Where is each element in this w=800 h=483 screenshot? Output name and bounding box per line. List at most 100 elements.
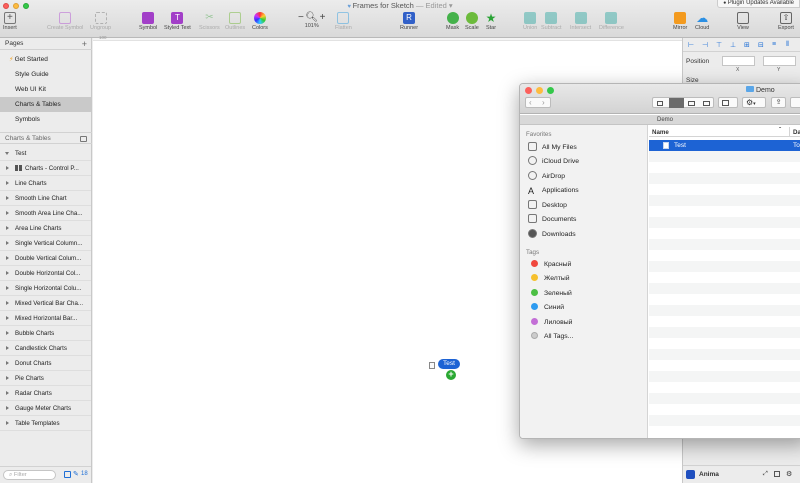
layer-bubble-charts[interactable]: Bubble Charts xyxy=(0,326,91,341)
page-item-web-ui-kit[interactable]: Web UI Kit xyxy=(0,82,91,97)
sidebar-item-all-tags[interactable]: All Tags... xyxy=(528,330,573,344)
gallery-view-icon[interactable] xyxy=(703,101,710,106)
sidebar-item-airdrop[interactable]: AirDrop xyxy=(528,170,565,184)
disclosure-icon[interactable] xyxy=(6,301,9,305)
sidebar-item-downloads[interactable]: Downloads xyxy=(528,228,576,242)
align-center-icon[interactable]: ⊣ xyxy=(702,41,708,49)
disclosure-icon[interactable] xyxy=(6,196,9,200)
disclosure-icon[interactable] xyxy=(6,241,9,245)
frame-icon[interactable] xyxy=(774,471,780,477)
align-middle-icon[interactable]: ⊞ xyxy=(744,41,750,49)
export-button[interactable]: ⇧ Export xyxy=(778,12,794,31)
sidebar-item-applications[interactable]: A Applications xyxy=(528,184,579,198)
action-menu-button[interactable]: ⚙▾ xyxy=(742,97,766,108)
align-right-icon[interactable]: ⊤ xyxy=(716,41,722,49)
layer-smooth-area-line-chart[interactable]: Smooth Area Line Cha... xyxy=(0,206,91,221)
disclosure-icon[interactable] xyxy=(6,226,9,230)
subtract-button[interactable]: Subtract xyxy=(541,12,561,31)
file-row-test[interactable]: Test To xyxy=(649,140,800,151)
sidebar-tag-blue[interactable]: Синий xyxy=(528,301,564,315)
disclosure-icon[interactable] xyxy=(6,391,9,395)
column-view-icon[interactable] xyxy=(688,101,695,106)
disclosure-icon[interactable] xyxy=(6,211,9,215)
distribute-vertical-icon[interactable]: ⦀ xyxy=(786,41,789,49)
colors-button[interactable]: Colors xyxy=(252,12,268,31)
sidebar-item-all-my-files[interactable]: All My Files xyxy=(528,141,577,155)
layer-line-charts[interactable]: Line Charts xyxy=(0,176,91,191)
layers-count-icon[interactable] xyxy=(64,471,71,478)
sidebar-item-desktop[interactable]: Desktop xyxy=(528,199,567,213)
edit-icon[interactable]: ✎ xyxy=(73,470,79,478)
page-item-charts-tables[interactable]: Charts & Tables xyxy=(0,97,91,112)
zoom-in-icon[interactable]: + xyxy=(320,12,326,23)
plugin-updates-notice[interactable]: ● Plugin Updates Available xyxy=(717,0,800,8)
finder-minimize-button[interactable] xyxy=(536,87,543,94)
resize-icon[interactable]: ⤢ xyxy=(763,471,768,478)
finder-close-button[interactable] xyxy=(525,87,532,94)
sidebar-item-icloud-drive[interactable]: iCloud Drive xyxy=(528,155,579,169)
layer-donut-charts[interactable]: Donut Charts xyxy=(0,356,91,371)
disclosure-open-icon[interactable] xyxy=(5,152,9,155)
disclosure-icon[interactable] xyxy=(6,181,9,185)
layer-mixed-vertical-bar-chart[interactable]: Mixed Vertical Bar Cha... xyxy=(0,296,91,311)
sidebar-tag-green[interactable]: Зеленый xyxy=(528,287,572,301)
flatten-button[interactable]: Flatten xyxy=(335,12,352,31)
difference-button[interactable]: Difference xyxy=(599,12,624,31)
list-view-icon[interactable] xyxy=(669,98,684,108)
create-symbol-button[interactable]: Create Symbol xyxy=(47,12,83,31)
view-button[interactable]: View xyxy=(737,12,749,31)
add-page-icon[interactable]: + xyxy=(82,38,87,50)
page-item-get-started[interactable]: ⚡Get Started xyxy=(0,52,91,67)
layer-candlestick-charts[interactable]: Candlestick Charts xyxy=(0,341,91,356)
symbol-button[interactable]: Symbol xyxy=(139,12,157,31)
layer-single-vertical-column[interactable]: Single Vertical Column... xyxy=(0,236,91,251)
layer-test[interactable]: Test xyxy=(0,146,91,161)
page-item-symbols[interactable]: Symbols xyxy=(0,112,91,127)
filter-input[interactable]: ⌕ Filter xyxy=(3,470,56,480)
mirror-button[interactable]: Mirror xyxy=(673,12,687,31)
layer-charts-control-panel[interactable]: Charts - Control P... xyxy=(0,161,91,176)
layer-pie-charts[interactable]: Pie Charts xyxy=(0,371,91,386)
layer-table-templates[interactable]: Table Templates xyxy=(0,416,91,431)
finder-zoom-button[interactable] xyxy=(547,87,554,94)
page-item-style-guide[interactable]: Style Guide xyxy=(0,67,91,82)
name-column-header[interactable]: Name xyxy=(652,129,669,136)
layer-double-horizontal-column[interactable]: Double Horizontal Col... xyxy=(0,266,91,281)
collapse-layers-icon[interactable] xyxy=(80,136,87,142)
x-position-field[interactable] xyxy=(722,56,755,66)
layer-radar-charts[interactable]: Radar Charts xyxy=(0,386,91,401)
disclosure-icon[interactable] xyxy=(6,421,9,425)
align-bottom-icon[interactable]: ⊟ xyxy=(758,41,764,49)
ungroup-button[interactable]: Ungroup xyxy=(90,12,111,31)
group-by-button[interactable] xyxy=(718,97,738,108)
disclosure-icon[interactable] xyxy=(6,166,9,170)
y-position-field[interactable] xyxy=(763,56,796,66)
icon-view-icon[interactable] xyxy=(657,101,663,106)
disclosure-icon[interactable] xyxy=(6,376,9,380)
sidebar-tag-purple[interactable]: Лиловый xyxy=(528,316,572,330)
disclosure-icon[interactable] xyxy=(6,406,9,410)
zoom-control[interactable]: − 🔍︎ +101% xyxy=(298,12,325,29)
outlines-button[interactable]: Outlines xyxy=(225,12,245,31)
date-column-header[interactable]: Da xyxy=(793,129,800,136)
styled-text-button[interactable]: T Styled Text xyxy=(164,12,191,31)
layer-single-horizontal-column[interactable]: Single Horizontal Colu... xyxy=(0,281,91,296)
sidebar-tag-red[interactable]: Красный xyxy=(528,258,571,272)
sidebar-tag-yellow[interactable]: Желтый xyxy=(528,272,570,286)
star-button[interactable]: ★ Star xyxy=(485,12,497,31)
union-button[interactable]: Union xyxy=(523,12,537,31)
align-left-icon[interactable]: ⊢ xyxy=(688,41,694,49)
forward-chevron-icon[interactable]: › xyxy=(542,98,545,107)
distribute-icon[interactable]: ≡ xyxy=(772,41,776,48)
runner-button[interactable]: R Runner xyxy=(400,12,418,31)
plugin-name[interactable]: Anima xyxy=(699,471,719,478)
share-button[interactable]: ⇪ xyxy=(771,97,786,108)
cloud-button[interactable]: ☁ Cloud xyxy=(695,12,709,31)
align-top-icon[interactable]: ⊥ xyxy=(730,41,736,49)
layer-double-vertical-column[interactable]: Double Vertical Colum... xyxy=(0,251,91,266)
layer-gauge-meter-charts[interactable]: Gauge Meter Charts xyxy=(0,401,91,416)
scale-button[interactable]: Scale xyxy=(465,12,479,31)
disclosure-icon[interactable] xyxy=(6,286,9,290)
mask-button[interactable]: Mask xyxy=(446,12,459,31)
layer-area-line-charts[interactable]: Area Line Charts xyxy=(0,221,91,236)
